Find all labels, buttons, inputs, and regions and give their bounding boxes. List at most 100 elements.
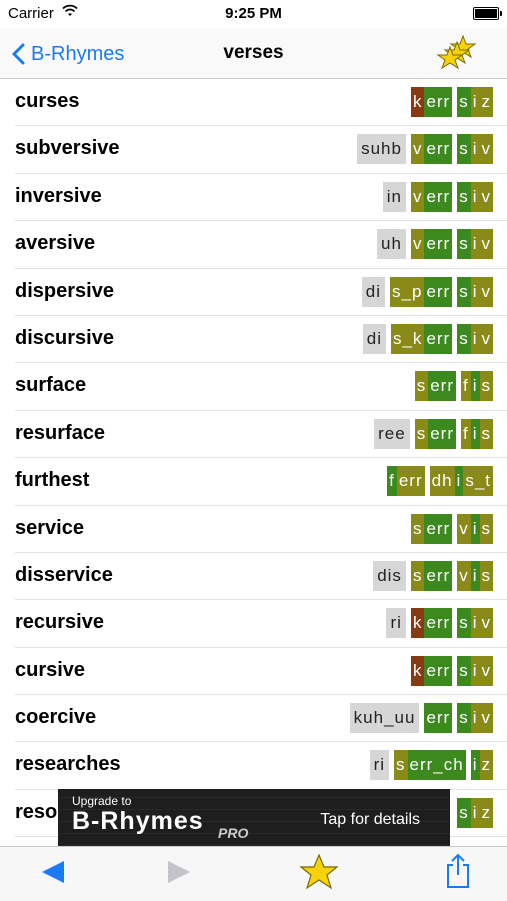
syllable-segment: s <box>457 134 471 165</box>
syllable-segment: s <box>457 703 471 734</box>
syllable-segment: k <box>410 87 425 117</box>
list-item[interactable]: dispersive di s_p err s i v <box>15 269 507 316</box>
syllable-segment: s <box>410 560 425 591</box>
syllable-chip: siz <box>457 87 493 117</box>
triangle-right-icon[interactable] <box>166 857 192 887</box>
triangle-left-icon[interactable] <box>40 857 66 887</box>
syllable-segment: s <box>457 608 471 639</box>
list-item[interactable]: recursive ri k err s i v <box>15 600 507 648</box>
syllable-segment: i <box>470 323 480 354</box>
battery-icon <box>473 7 502 20</box>
syllable-chip: k err <box>410 655 453 686</box>
rhyme-word: subversive <box>15 137 120 160</box>
syllable-segment: i <box>470 418 480 449</box>
rhyme-list[interactable]: curses k err s i z subversive suhb v err s i v invers… <box>0 79 507 845</box>
rhyme-word: researches <box>15 753 121 776</box>
syllable-segment: dh <box>429 466 455 497</box>
list-item[interactable]: resurface ree s err f i s <box>15 411 507 459</box>
rhyme-word: curses <box>15 90 80 112</box>
syllable-segment: i <box>470 134 480 165</box>
rhyme-word: cursive <box>15 658 86 681</box>
syllable-chip: siv <box>457 134 493 165</box>
syllable-chips: k err s i v <box>410 655 493 686</box>
syllable-chip: f err <box>387 466 425 497</box>
syllable-segment: err <box>424 513 453 544</box>
syllable-segment: v <box>479 703 493 734</box>
navigation-bar: B-Rhymes verses <box>0 28 507 79</box>
syllable-segment: i <box>470 181 480 212</box>
syllable-segment: s <box>394 750 408 781</box>
syllable-chip: suhb <box>357 134 406 165</box>
syllable-chips: di s_k err s i v <box>362 323 493 354</box>
rhyme-word: coercive <box>15 706 97 729</box>
rhyme-word: surface <box>15 374 87 397</box>
syllable-segment: err <box>424 229 453 260</box>
syllable-chip: ri <box>386 608 406 639</box>
syllable-segment: s_t <box>463 466 493 497</box>
syllable-chips: dis s err v i s <box>373 560 493 591</box>
upgrade-banner[interactable]: Upgrade to B-Rhymes PRO Tap for details <box>58 789 450 846</box>
syllable-segment: s <box>479 371 493 402</box>
syllable-segment: v <box>410 181 425 212</box>
syllable-segment: err <box>424 703 453 734</box>
bottom-toolbar <box>0 846 507 901</box>
list-item[interactable]: curses k err s i z <box>15 79 507 127</box>
syllable-segment: s <box>457 323 471 354</box>
syllable-segment: v <box>479 655 493 686</box>
syllable-chips: di s_p err s i v <box>361 276 493 307</box>
rhyme-word: service <box>15 516 84 539</box>
share-icon[interactable] <box>444 853 472 889</box>
list-item[interactable]: disservice dis s err v i s <box>15 553 507 601</box>
syllable-segment: f <box>460 371 471 402</box>
syllable-segment: v <box>479 323 493 354</box>
syllable-segment: z <box>479 797 493 828</box>
syllable-chip: siz <box>457 797 493 828</box>
syllable-chip: s err <box>414 371 456 402</box>
syllable-segment: i <box>470 560 480 591</box>
syllable-segment: i <box>470 276 480 307</box>
syllable-chips: ri k err s i v <box>386 608 493 639</box>
syllable-segment: i <box>470 797 480 828</box>
banner-upgrade-text: Upgrade to <box>72 794 132 808</box>
syllable-chip: siv <box>457 181 493 212</box>
syllable-chips: siz <box>457 797 493 828</box>
list-item[interactable]: furthest f err dh i s_t <box>15 458 507 506</box>
syllable-segment: z <box>479 87 493 117</box>
syllable-segment: v <box>410 229 425 260</box>
list-item[interactable]: aversive uh v err s i v <box>15 221 507 269</box>
list-item[interactable]: discursive di s_k err s i v <box>15 316 507 364</box>
syllable-chip: siv <box>457 703 493 734</box>
syllable-segment: s <box>457 229 471 260</box>
syllable-chip: ree <box>374 418 410 449</box>
syllable-chip: siv <box>457 323 493 354</box>
list-item[interactable]: subversive suhb v err s i v <box>15 126 507 174</box>
list-item[interactable]: coercive kuh_uu err s i v <box>15 695 507 743</box>
banner-brand: B-Rhymes <box>72 807 204 835</box>
syllable-chip: in <box>382 181 406 212</box>
list-item[interactable]: cursive k err s i v <box>15 648 507 696</box>
syllable-chip: s err <box>410 560 453 591</box>
syllable-segment: err <box>424 655 453 686</box>
list-item[interactable]: researches ri s err_ch i z <box>15 742 507 790</box>
syllable-chips: k err s i z <box>410 87 493 117</box>
syllable-segment: k <box>410 608 425 639</box>
syllable-chip: siv <box>457 276 493 307</box>
syllable-segment: s_k <box>390 323 425 354</box>
syllable-chip: s_k err <box>390 323 453 354</box>
syllable-segment: err <box>424 560 453 591</box>
syllable-segment: v <box>457 513 471 544</box>
stars-icon[interactable] <box>435 34 477 72</box>
rhyme-word: discursive <box>15 326 114 349</box>
syllable-chips: uh v err s i v <box>377 229 493 260</box>
syllable-chip: di <box>361 276 386 307</box>
syllable-segment: i <box>454 466 464 497</box>
syllable-segment: v <box>479 276 493 307</box>
list-item[interactable]: inversive in v err s i v <box>15 174 507 222</box>
syllable-chip: fis <box>460 371 493 402</box>
list-item[interactable]: surface s err f i s <box>15 363 507 411</box>
star-icon[interactable] <box>299 853 339 891</box>
list-item[interactable]: service s err v i s <box>15 506 507 553</box>
syllable-chip: iz <box>470 750 493 781</box>
syllable-segment: z <box>479 750 493 781</box>
syllable-segment: i <box>470 655 480 686</box>
